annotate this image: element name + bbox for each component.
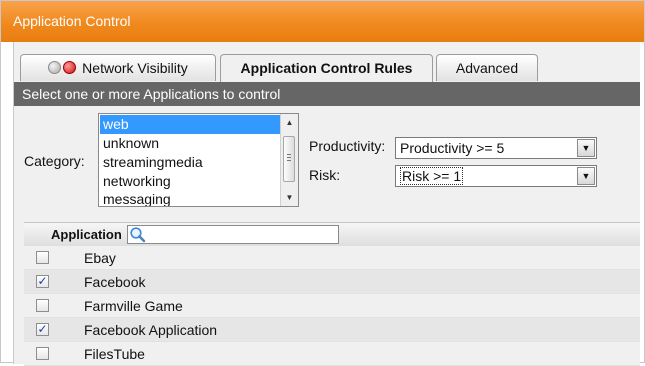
productivity-select[interactable]: Productivity >= 5 ▼ xyxy=(395,137,597,159)
category-option-messaging[interactable]: messaging xyxy=(100,191,280,206)
grip-line xyxy=(287,154,291,155)
application-name: Facebook xyxy=(84,274,146,290)
table-row[interactable]: ✓ Facebook Application xyxy=(24,318,640,342)
grid-header: Application xyxy=(24,222,640,248)
row-checkbox[interactable] xyxy=(36,299,49,312)
tab-network-visibility[interactable]: Network Visibility xyxy=(20,54,216,81)
grey-dot-icon xyxy=(48,61,62,74)
scroll-up-arrow-icon[interactable]: ▲ xyxy=(281,114,298,131)
category-option-networking[interactable]: networking xyxy=(100,172,280,191)
row-checkbox[interactable] xyxy=(36,347,49,360)
category-listbox[interactable]: web unknown streamingmedia networking me… xyxy=(98,113,299,207)
tab-application-control-rules[interactable]: Application Control Rules xyxy=(220,54,433,82)
search-icon xyxy=(130,227,146,243)
tab-advanced[interactable]: Advanced xyxy=(436,54,538,81)
tab-network-visibility-label: Network Visibility xyxy=(82,60,188,76)
tab-application-control-rules-label: Application Control Rules xyxy=(240,60,413,76)
application-name: Farmville Game xyxy=(84,298,183,314)
table-row[interactable]: Farmville Game xyxy=(24,294,640,318)
tab-advanced-label: Advanced xyxy=(455,60,519,76)
application-column-header: Application xyxy=(51,227,122,242)
main-panel: Network Visibility Application Control R… xyxy=(13,42,640,366)
instruction-bar: Select one or more Applications to contr… xyxy=(14,82,640,106)
risk-select[interactable]: Risk >= 1 ▼ xyxy=(395,165,597,187)
row-checkbox[interactable] xyxy=(36,251,49,264)
application-name: Facebook Application xyxy=(84,322,218,338)
scrollbar-thumb[interactable] xyxy=(283,136,295,182)
chevron-down-icon[interactable]: ▼ xyxy=(577,139,595,157)
grip-line xyxy=(287,157,291,158)
category-label: Category: xyxy=(24,153,85,169)
category-option-web[interactable]: web xyxy=(100,115,280,134)
application-search-input[interactable] xyxy=(127,225,339,244)
productivity-select-value: Productivity >= 5 xyxy=(400,140,505,156)
row-checkbox[interactable]: ✓ xyxy=(36,275,49,288)
application-name: FilesTube xyxy=(84,346,145,362)
productivity-label: Productivity: xyxy=(309,138,386,154)
chevron-down-icon[interactable]: ▼ xyxy=(577,167,595,185)
category-option-unknown[interactable]: unknown xyxy=(100,134,280,153)
scroll-down-arrow-icon[interactable]: ▼ xyxy=(281,189,298,206)
table-row[interactable]: Ebay xyxy=(24,246,640,270)
risk-select-value: Risk >= 1 xyxy=(399,167,464,185)
table-row[interactable]: FilesTube xyxy=(24,342,640,366)
window-title: Application Control xyxy=(1,1,644,42)
grip-line xyxy=(287,160,291,161)
table-row[interactable]: ✓ Facebook xyxy=(24,270,640,294)
red-dot-icon xyxy=(63,61,77,74)
row-checkbox[interactable]: ✓ xyxy=(36,323,49,336)
category-scrollbar[interactable]: ▲ ▼ xyxy=(280,114,298,206)
risk-label: Risk: xyxy=(309,167,341,183)
application-name: Ebay xyxy=(84,250,116,266)
category-option-streamingmedia[interactable]: streamingmedia xyxy=(100,153,280,172)
application-control-window: Application Control Network Visibility A… xyxy=(0,0,645,366)
